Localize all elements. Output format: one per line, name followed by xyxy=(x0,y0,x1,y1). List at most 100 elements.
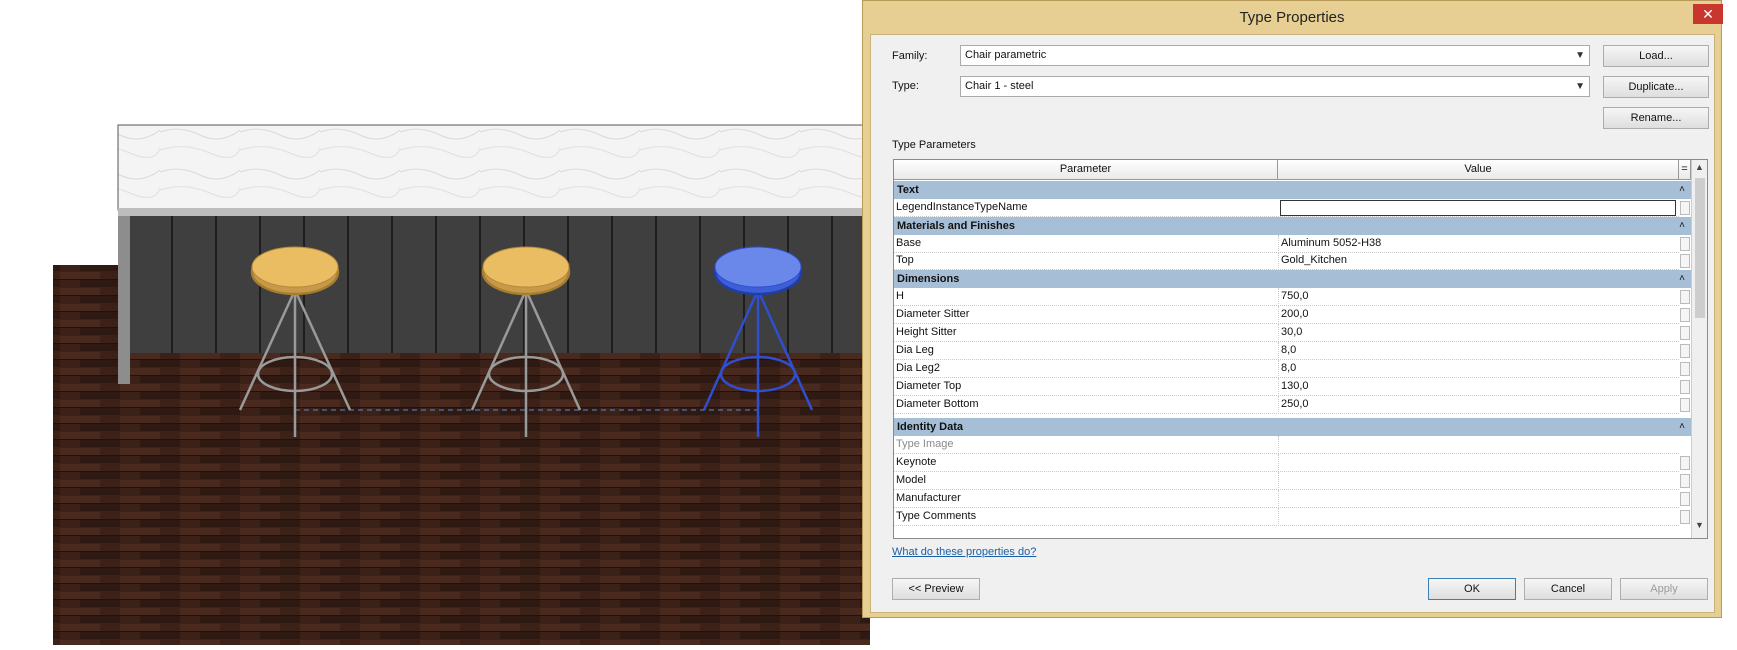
counter-edge xyxy=(118,208,870,216)
family-value: Chair parametric xyxy=(965,49,1047,61)
collapse-icon[interactable]: ˄ xyxy=(1679,217,1685,235)
param-value[interactable]: 750,0 xyxy=(1278,288,1678,306)
dialog-title: Type Properties xyxy=(1239,9,1345,26)
param-value[interactable]: Aluminum 5052-H38 xyxy=(1278,235,1678,253)
param-name: Diameter Sitter xyxy=(896,308,970,320)
load-button[interactable]: Load... xyxy=(1603,45,1709,67)
param-name: Type Image xyxy=(896,438,954,450)
param-value[interactable] xyxy=(1278,436,1678,454)
param-name: Base xyxy=(896,237,922,249)
type-select[interactable]: Chair 1 - steel ▼ xyxy=(960,76,1590,97)
type-properties-dialog: Type Properties ✕ Family: Chair parametr… xyxy=(862,0,1723,618)
chevron-down-icon: ▼ xyxy=(1575,50,1585,61)
group-dimensions[interactable]: Dimensions ˄ xyxy=(894,270,1691,288)
param-name: Model xyxy=(896,474,926,486)
type-value: Chair 1 - steel xyxy=(965,80,1034,92)
table-row[interactable]: Type Image xyxy=(894,436,1679,454)
group-text[interactable]: Text ˄ xyxy=(894,181,1691,199)
formula-button[interactable] xyxy=(1680,326,1690,340)
group-materials-and-finishes[interactable]: Materials and Finishes ˄ xyxy=(894,217,1691,235)
family-select[interactable]: Chair parametric ▼ xyxy=(960,45,1590,66)
param-value[interactable]: Gold_Kitchen xyxy=(1278,252,1678,270)
formula-button[interactable] xyxy=(1680,474,1690,488)
type-parameters-label: Type Parameters xyxy=(892,139,976,151)
table-row[interactable]: Diameter Top 130,0 xyxy=(894,378,1690,396)
kitchen-counter-scene xyxy=(53,124,871,645)
marble-countertop xyxy=(117,124,871,211)
cancel-button[interactable]: Cancel xyxy=(1524,578,1612,600)
3d-viewport[interactable] xyxy=(0,0,871,645)
table-row[interactable]: Top Gold_Kitchen xyxy=(894,252,1690,270)
value-input[interactable] xyxy=(1280,200,1676,216)
param-value[interactable]: 130,0 xyxy=(1278,378,1678,396)
table-row[interactable]: Dia Leg 8,0 xyxy=(894,342,1690,360)
param-name: Diameter Bottom xyxy=(896,398,979,410)
param-name: Diameter Top xyxy=(896,380,962,392)
param-value[interactable] xyxy=(1278,472,1678,490)
formula-button[interactable] xyxy=(1680,510,1690,524)
param-value[interactable] xyxy=(1278,490,1678,508)
param-name: Manufacturer xyxy=(896,492,961,504)
group-identity-data[interactable]: Identity Data ˄ xyxy=(894,418,1691,436)
param-name: Dia Leg2 xyxy=(896,362,941,374)
param-name: Dia Leg xyxy=(896,344,934,356)
ok-button[interactable]: OK xyxy=(1428,578,1516,600)
table-row[interactable]: Base Aluminum 5052-H38 xyxy=(894,235,1690,253)
column-header-parameter[interactable]: Parameter xyxy=(894,160,1278,180)
table-row[interactable]: Diameter Sitter 200,0 xyxy=(894,306,1690,324)
preview-button[interactable]: << Preview xyxy=(892,578,980,600)
param-value[interactable]: 30,0 xyxy=(1278,324,1678,342)
param-name: Height Sitter xyxy=(896,326,957,338)
close-button[interactable]: ✕ xyxy=(1693,4,1723,24)
param-value[interactable]: 8,0 xyxy=(1278,342,1678,360)
column-header-formula[interactable]: = xyxy=(1679,160,1691,180)
table-row[interactable]: Diameter Bottom 250,0 xyxy=(894,396,1690,414)
help-link[interactable]: What do these properties do? xyxy=(892,546,1036,558)
param-name: H xyxy=(896,290,904,302)
table-row[interactable]: Model xyxy=(894,472,1690,490)
parameters-grid: Parameter Value = ▲ ▼ Text ˄ LegendInstan… xyxy=(893,159,1708,539)
formula-button[interactable] xyxy=(1680,290,1690,304)
scroll-down-icon[interactable]: ▼ xyxy=(1695,520,1704,530)
param-value[interactable] xyxy=(1278,508,1678,526)
formula-button[interactable] xyxy=(1680,398,1690,412)
table-row[interactable]: Type Comments xyxy=(894,508,1690,526)
duplicate-button[interactable]: Duplicate... xyxy=(1603,76,1709,98)
vertical-scrollbar[interactable]: ▲ ▼ xyxy=(1691,160,1707,538)
formula-button[interactable] xyxy=(1680,380,1690,394)
formula-button[interactable] xyxy=(1680,362,1690,376)
table-row[interactable]: LegendInstanceTypeName xyxy=(894,199,1690,217)
scroll-up-icon[interactable]: ▲ xyxy=(1695,162,1704,172)
table-row[interactable]: Keynote xyxy=(894,454,1690,472)
table-row[interactable]: Dia Leg2 8,0 xyxy=(894,360,1690,378)
chevron-down-icon: ▼ xyxy=(1575,81,1585,92)
collapse-icon[interactable]: ˄ xyxy=(1679,181,1685,199)
scrollbar-thumb[interactable] xyxy=(1695,178,1705,318)
table-row[interactable]: Manufacturer xyxy=(894,490,1690,508)
param-name: Keynote xyxy=(896,456,937,468)
collapse-icon[interactable]: ˄ xyxy=(1679,418,1685,436)
counter-leg xyxy=(118,216,130,384)
param-value[interactable] xyxy=(1278,454,1678,472)
formula-button[interactable] xyxy=(1680,254,1690,268)
formula-button[interactable] xyxy=(1680,201,1690,215)
dialog-body: Family: Chair parametric ▼ Load... Type:… xyxy=(870,34,1715,613)
param-value[interactable]: 200,0 xyxy=(1278,306,1678,324)
type-label: Type: xyxy=(892,80,919,92)
formula-button[interactable] xyxy=(1680,308,1690,322)
column-header-value[interactable]: Value xyxy=(1278,160,1679,180)
formula-button[interactable] xyxy=(1680,456,1690,470)
table-row[interactable]: Height Sitter 30,0 xyxy=(894,324,1690,342)
formula-button[interactable] xyxy=(1680,237,1690,251)
param-name: Type Comments xyxy=(896,510,977,522)
param-value[interactable]: 250,0 xyxy=(1278,396,1678,414)
rename-button[interactable]: Rename... xyxy=(1603,107,1709,129)
formula-button[interactable] xyxy=(1680,492,1690,506)
collapse-icon[interactable]: ˄ xyxy=(1679,270,1685,288)
apply-button[interactable]: Apply xyxy=(1620,578,1708,600)
family-label: Family: xyxy=(892,50,928,62)
table-row[interactable]: H 750,0 xyxy=(894,288,1690,306)
param-name: Top xyxy=(896,254,914,266)
formula-button[interactable] xyxy=(1680,344,1690,358)
param-value[interactable]: 8,0 xyxy=(1278,360,1678,378)
